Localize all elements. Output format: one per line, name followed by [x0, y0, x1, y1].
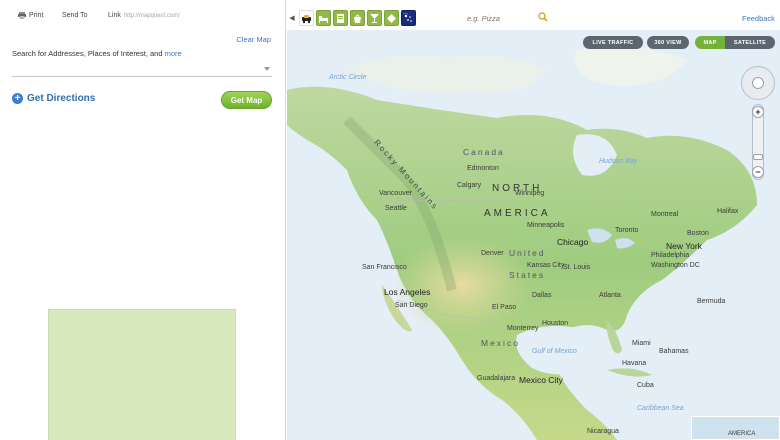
map-label-el-paso: El Paso [492, 304, 517, 311]
minimap-label-america: AMERICA [728, 431, 756, 437]
category-attractions[interactable] [384, 10, 399, 26]
food-icon [337, 13, 344, 23]
category-bar: ◀ [287, 9, 416, 27]
map-label-toronto: Toronto [615, 227, 639, 234]
map-label-america: AMERICA [484, 208, 551, 219]
map-label-atlanta: Atlanta [599, 292, 621, 299]
search-more-link[interactable]: more [165, 49, 182, 58]
search-box [12, 63, 272, 81]
map-label-halifax: Halifax [717, 208, 739, 215]
map-label-canada: Canada [463, 147, 505, 157]
map-label-houston: Houston [542, 320, 569, 327]
toolbar: Print Send To Link http://mapquest.com/ [14, 12, 277, 26]
print-label: Print [29, 12, 44, 19]
map-label-minneapolis: Minneapolis [527, 222, 565, 229]
app-window: Print Send To Link http://mapquest.com/ … [0, 0, 780, 440]
map-canvas[interactable]: Arctic Circle Hudson Bay Canada NORTH AM… [287, 30, 780, 440]
map-label-gulf-of-mexico: Gulf of Mexico [532, 348, 577, 355]
map-label-denver: Denver [481, 250, 504, 257]
map-label-calgary: Calgary [457, 182, 482, 189]
map-label-washington: Washington DC [651, 262, 700, 269]
plus-circle-icon: + [12, 93, 23, 104]
pan-control[interactable] [741, 66, 775, 100]
zoom-in-button[interactable]: + [752, 106, 764, 118]
map-label-dallas: Dallas [532, 292, 552, 299]
map-label-united: United [509, 248, 546, 258]
find-input[interactable] [467, 12, 527, 24]
printer-icon [18, 12, 26, 19]
map-label-mexico-city: Mexico City [519, 375, 563, 385]
map-label-winnipeg: Winnipeg [515, 190, 545, 197]
flag-icon [403, 12, 414, 24]
chevron-down-icon[interactable] [264, 67, 270, 71]
clear-map-link[interactable]: Clear Map [236, 35, 271, 44]
lodging-icon [319, 15, 328, 23]
get-directions-link[interactable]: + Get Directions [12, 93, 95, 104]
map-label-chicago: Chicago [557, 237, 589, 247]
category-flag[interactable] [401, 10, 416, 26]
category-shopping[interactable] [350, 10, 365, 26]
map-label-bahamas: Bahamas [659, 348, 689, 355]
map-label-states: States [509, 270, 546, 280]
map-label-san-francisco: San Francisco [362, 264, 407, 271]
map-label-new-york: New York [666, 241, 702, 251]
map-label-montreal: Montreal [651, 211, 679, 218]
map-label-arctic-circle: Arctic Circle [329, 74, 367, 81]
link-url: http://mapquest.com/ [123, 12, 180, 19]
360-view-button[interactable]: 360 VIEW [647, 36, 689, 49]
link-button[interactable]: Link http://mapquest.com/ [108, 12, 180, 19]
send-to-button[interactable]: Send To [62, 12, 88, 19]
back-arrow-icon[interactable]: ◀ [287, 14, 297, 22]
feedback-link[interactable]: Feedback [742, 14, 775, 23]
map-label-boston: Boston [687, 230, 709, 237]
send-to-label: Send To [62, 12, 88, 19]
print-button[interactable]: Print [18, 12, 43, 19]
map-label-san-diego: San Diego [395, 302, 428, 309]
zoom-out-button[interactable]: − [752, 166, 764, 178]
category-car[interactable] [299, 10, 314, 26]
map-label-los-angeles: Los Angeles [384, 287, 431, 297]
search-label-text: Search for Addresses, Places of Interest… [12, 49, 163, 58]
map-label-seattle: Seattle [385, 205, 407, 212]
drink-icon [370, 13, 379, 23]
map-label-kansas-city: Kansas City [527, 262, 565, 269]
left-panel: Print Send To Link http://mapquest.com/ … [0, 0, 286, 440]
map-label-monterrey: Monterrey [507, 325, 539, 332]
pan-center-icon[interactable] [752, 77, 764, 89]
satellite-view-button[interactable]: SATELLITE [725, 36, 775, 49]
map-label-hudson-bay: Hudson Bay [599, 158, 638, 165]
search-input[interactable] [12, 68, 252, 81]
map-label-edmonton: Edmonton [467, 165, 499, 172]
map-label-mexico: Mexico [481, 338, 520, 348]
shopping-icon [354, 14, 361, 23]
category-drink[interactable] [367, 10, 382, 26]
map-label-havana: Havana [622, 360, 647, 367]
get-directions-label: Get Directions [27, 93, 96, 104]
live-traffic-button[interactable]: LIVE TRAFFIC [583, 36, 643, 49]
map-label-philadelphia: Philadelphia [651, 252, 690, 259]
map-label-nicaragua: Nicaragua [587, 428, 619, 435]
map-label-miami: Miami [632, 340, 651, 347]
attractions-icon [387, 13, 396, 23]
zoom-slider-handle[interactable] [753, 154, 763, 160]
category-food[interactable] [333, 10, 348, 26]
link-label: Link [108, 12, 121, 19]
ad-panel [48, 309, 236, 440]
map-view-button[interactable]: MAP [695, 36, 725, 49]
overview-minimap[interactable]: AMERICA [691, 416, 780, 440]
search-label: Search for Addresses, Places of Interest… [12, 49, 182, 58]
map-label-guadalajara: Guadalajara [477, 375, 516, 382]
map-label-cuba: Cuba [637, 382, 654, 389]
map-label-st-louis: St. Louis [563, 264, 591, 271]
map-label-bermuda: Bermuda [697, 298, 726, 305]
map-label-caribbean: Caribbean Sea [637, 405, 684, 412]
car-icon [302, 14, 311, 23]
get-map-button[interactable]: Get Map [221, 91, 272, 109]
map-label-vancouver: Vancouver [379, 190, 412, 197]
search-icon[interactable] [538, 12, 548, 22]
category-lodging[interactable] [316, 10, 331, 26]
